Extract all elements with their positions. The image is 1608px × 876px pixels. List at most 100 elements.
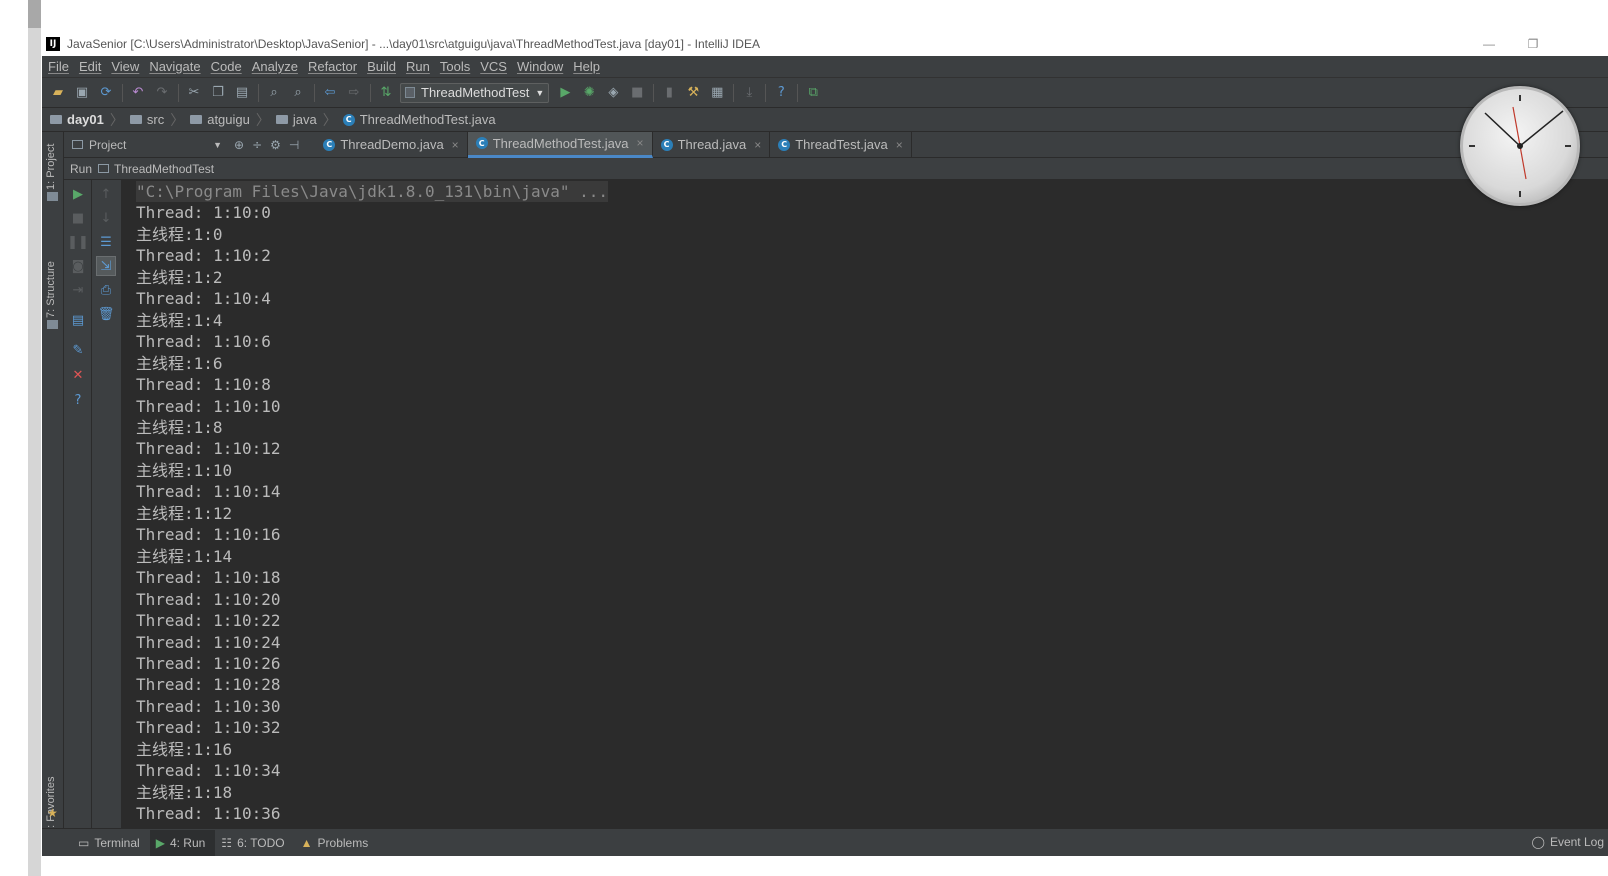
main-toolbar: ▰ ▣ ⟳ ↶ ↷ ✂ ❐ ▤ ⌕ ⌕ ⇦ ⇨ ⇅ ThreadMethodTe… — [42, 78, 1608, 108]
coverage-icon[interactable]: ◈ — [603, 83, 623, 103]
plugin-icon[interactable]: ⧉ — [803, 83, 823, 103]
event-log-label: Event Log — [1549, 835, 1604, 849]
console-line: Thread: 1:10:16 — [136, 525, 281, 545]
menu-view[interactable]: View — [111, 59, 139, 74]
stop-icon[interactable]: ■ — [627, 83, 647, 103]
close-icon[interactable]: ✕ — [68, 365, 88, 385]
project-view-label: Project — [89, 137, 127, 152]
project-view-select[interactable]: Project ▼ — [64, 134, 224, 156]
tab-threaddemo[interactable]: C ThreadDemo.java × — [315, 131, 468, 158]
sync-icon[interactable]: ⟳ — [96, 83, 116, 103]
copy-icon[interactable]: ❐ — [208, 83, 228, 103]
console-line: 主线程:1:2 — [136, 267, 223, 287]
terminal-icon: ▭ — [78, 835, 90, 850]
breadcrumb-atguigu[interactable]: atguigu — [190, 112, 250, 127]
breadcrumb-module[interactable]: day01 — [50, 112, 104, 127]
forward-icon[interactable]: ⇨ — [344, 83, 364, 103]
menu-tools[interactable]: Tools — [440, 59, 470, 74]
menu-help[interactable]: Help — [573, 59, 600, 74]
menu-analyze[interactable]: Analyze — [252, 59, 298, 74]
console-line: Thread: 1:10:34 — [136, 761, 281, 781]
tool-tab-favorites[interactable]: 2: Favorites — [45, 770, 57, 834]
replace-icon[interactable]: ⌕ — [288, 83, 308, 103]
app-config-icon — [405, 87, 415, 98]
breadcrumb-file[interactable]: C ThreadMethodTest.java — [342, 112, 496, 127]
breadcrumb-java[interactable]: java — [275, 112, 317, 127]
trash-icon[interactable]: 🗑 — [96, 304, 116, 324]
run-tab[interactable]: ▶ 4: Run — [149, 829, 216, 856]
pause-icon[interactable]: ❚❚ — [67, 232, 89, 252]
paste-icon[interactable]: ▤ — [232, 83, 252, 103]
tool-tab-structure[interactable]: 7: Structure — [45, 254, 57, 318]
sdk-icon[interactable]: ▦ — [707, 83, 727, 103]
attach-icon[interactable]: ▮ — [659, 83, 679, 103]
folder-icon — [275, 115, 288, 124]
gear-icon[interactable]: ⚙ — [270, 138, 281, 152]
find-icon[interactable]: ⌕ — [264, 83, 284, 103]
back-icon[interactable]: ⇦ — [320, 83, 340, 103]
outer-scrollbar-thumb[interactable] — [28, 0, 41, 28]
cut-icon[interactable]: ✂ — [184, 83, 204, 103]
help-icon[interactable]: ? — [771, 83, 791, 103]
menu-build[interactable]: Build — [367, 59, 396, 74]
close-icon[interactable]: × — [452, 138, 459, 152]
class-icon: C — [323, 138, 336, 151]
stop-icon[interactable]: ■ — [68, 208, 88, 228]
menu-code[interactable]: Code — [211, 59, 242, 74]
build-project-icon[interactable]: ⇅ — [376, 83, 396, 103]
menu-vcs[interactable]: VCS — [480, 59, 507, 74]
menu-window[interactable]: Window — [517, 59, 563, 74]
scroll-to-end-icon[interactable]: ⇲ — [96, 256, 116, 276]
save-all-icon[interactable]: ▣ — [72, 83, 92, 103]
dump-threads-icon[interactable]: ◙ — [68, 256, 88, 276]
clock-face-icon — [1469, 95, 1571, 197]
debug-icon[interactable]: ✺ — [579, 83, 599, 103]
menu-file[interactable]: File — [48, 59, 69, 74]
run-icon[interactable]: ▶ — [555, 83, 575, 103]
collapse-all-icon[interactable]: ÷ — [252, 138, 262, 152]
menu-navigate[interactable]: Navigate — [149, 59, 200, 74]
tab-thread[interactable]: C Thread.java × — [653, 131, 771, 158]
problems-tab[interactable]: ▲ Problems — [295, 830, 379, 856]
console-output[interactable]: "C:\Program Files\Java\jdk1.8.0_131\bin\… — [122, 180, 1608, 828]
pin-icon[interactable]: ✎ — [68, 340, 88, 360]
console-line: Thread: 1:10:22 — [136, 611, 281, 631]
menu-run[interactable]: Run — [406, 59, 430, 74]
todo-tab[interactable]: ☷ 6: TODO — [215, 830, 294, 856]
breadcrumb-src[interactable]: src — [129, 112, 164, 127]
rerun-icon[interactable]: ▶ — [68, 184, 88, 204]
outer-scrollbar[interactable] — [28, 0, 41, 876]
tab-threadmethodtest[interactable]: C ThreadMethodTest.java × — [467, 131, 653, 158]
open-folder-icon[interactable]: ▰ — [48, 83, 68, 103]
redo-icon[interactable]: ↷ — [152, 83, 172, 103]
console-line: Thread: 1:10:30 — [136, 696, 281, 716]
tool-tab-project[interactable]: 1: Project — [45, 138, 57, 190]
close-icon[interactable]: × — [637, 136, 644, 150]
undo-icon[interactable]: ↶ — [128, 83, 148, 103]
download-icon[interactable]: ⤓ — [739, 83, 759, 103]
hide-panel-icon[interactable]: ⊣ — [289, 138, 299, 152]
scroll-from-source-icon[interactable]: ⊕ — [234, 138, 244, 152]
close-icon[interactable]: × — [896, 138, 903, 152]
layout-icon[interactable]: ▤ — [68, 310, 88, 330]
menu-refactor[interactable]: Refactor — [308, 59, 357, 74]
project-structure-icon[interactable]: ⚒ — [683, 83, 703, 103]
help-icon[interactable]: ? — [68, 390, 88, 410]
menu-edit[interactable]: Edit — [79, 59, 101, 74]
up-arrow-icon[interactable]: ↑ — [96, 184, 116, 204]
exit-icon[interactable]: ⇥ — [68, 280, 88, 300]
run-toolbar-primary: ▶ ■ ❚❚ ◙ ⇥ ▤ ✎ ✕ ? — [64, 180, 92, 828]
soft-wrap-icon[interactable]: ☰ — [96, 232, 116, 252]
terminal-tab[interactable]: ▭ Terminal — [72, 830, 150, 856]
minimize-button[interactable]: — — [1480, 36, 1498, 52]
class-icon: C — [660, 138, 673, 151]
run-config-select[interactable]: ThreadMethodTest ▼ — [400, 82, 550, 103]
run-panel-config[interactable]: ThreadMethodTest — [114, 162, 214, 176]
down-arrow-icon[interactable]: ↓ — [96, 208, 116, 228]
restore-button[interactable]: ❐ — [1524, 36, 1542, 52]
close-icon[interactable]: × — [754, 138, 761, 152]
event-log-button[interactable]: ◯ Event Log — [1532, 829, 1608, 855]
tab-threadtest[interactable]: C ThreadTest.java × — [770, 131, 912, 158]
print-icon[interactable]: ⎙ — [96, 280, 116, 300]
console-line: Thread: 1:10:24 — [136, 632, 281, 652]
